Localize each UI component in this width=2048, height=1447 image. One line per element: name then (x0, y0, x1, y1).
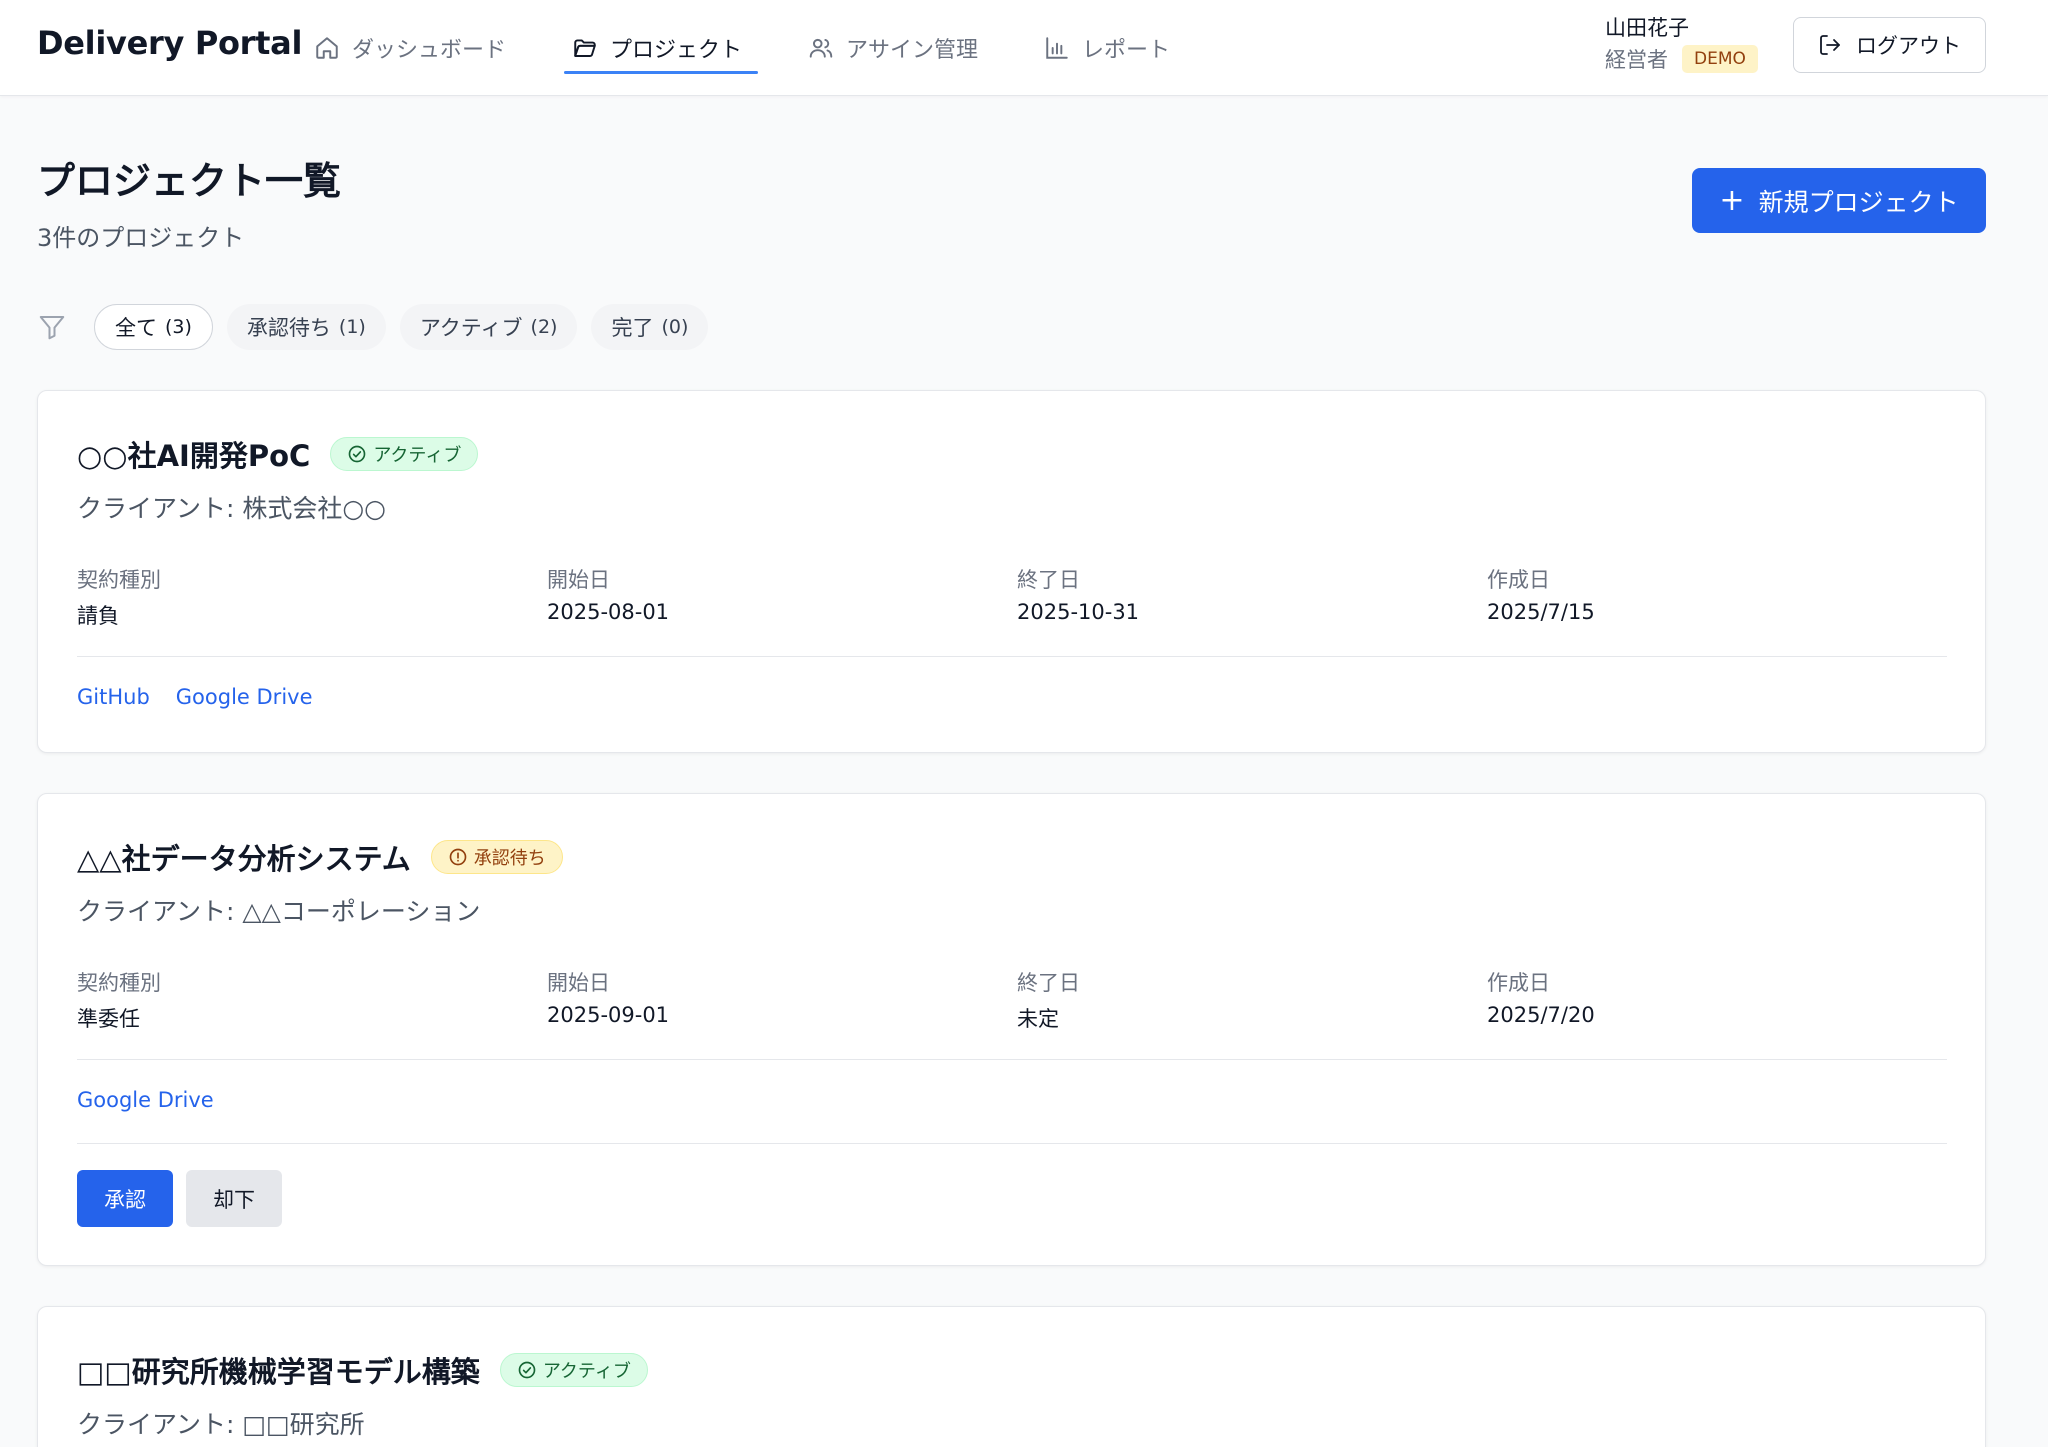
filter-pending[interactable]: 承認待ち (1) (226, 304, 386, 350)
contract-type-value: 準委任 (77, 1007, 140, 1031)
filter-all-count: (3) (165, 316, 192, 338)
contract-type-label: 契約種別 (77, 568, 161, 592)
start-date-label: 開始日 (547, 568, 610, 592)
divider (77, 656, 1947, 657)
project-meta: 契約種別準委任 開始日 2025-09-01 終了日未定 作成日 2025/7/20 (77, 967, 1957, 1033)
user-role: 経営者 (1605, 48, 1668, 72)
project-links: Google Drive (77, 1088, 240, 1112)
filter-completed[interactable]: 完了 (0) (591, 304, 709, 350)
filter-icon (39, 316, 65, 340)
main-nav: ダッシュボード プロジェクト アサイン管理 レポート (314, 0, 1236, 96)
user-name: 山田花子 (1605, 16, 1689, 40)
project-title[interactable]: □□研究所機械学習モデル構築 (77, 1349, 480, 1391)
folder-icon (572, 35, 598, 61)
created-date-label: 作成日 (1487, 568, 1550, 592)
check-circle-icon (347, 444, 367, 464)
contract-type-value: 請負 (77, 604, 119, 628)
github-link[interactable]: GitHub (77, 685, 150, 709)
client-name: クライアント: 株式会社○○ (77, 494, 386, 523)
status-badge: アクティブ (499, 1353, 648, 1387)
filter-completed-label: 完了 (611, 316, 654, 340)
project-meta: 契約種別請負 開始日 2025-08-01 終了日 2025-10-31 作成日 20… (77, 564, 1957, 630)
project-count: 3件のプロジェクト (37, 224, 245, 252)
users-icon (808, 35, 834, 61)
status-badge: アクティブ (330, 437, 479, 471)
created-date-value: 2025/7/20 (1487, 1003, 1595, 1027)
client-name: クライアント: △△コーポレーション (77, 897, 481, 926)
status-badge: 承認待ち (430, 840, 563, 874)
filter-active-count: (2) (530, 316, 558, 338)
page-title: プロジェクト一覧 (37, 159, 342, 203)
google-drive-link[interactable]: Google Drive (77, 1088, 214, 1112)
created-date-label: 作成日 (1487, 971, 1550, 995)
project-title[interactable]: △△社データ分析システム (77, 836, 411, 878)
end-date-label: 終了日 (1017, 971, 1080, 995)
end-date-value: 2025-10-31 (1017, 600, 1140, 624)
status-label: アクティブ (542, 1361, 631, 1382)
end-date-value: 未定 (1017, 1007, 1059, 1031)
alert-circle-icon (448, 847, 468, 867)
filter-completed-count: (0) (661, 316, 689, 338)
client-name: クライアント: □□研究所 (77, 1410, 365, 1439)
plus-icon: + (1719, 182, 1745, 218)
end-date-label: 終了日 (1017, 568, 1080, 592)
new-project-label: 新規プロジェクト (1758, 187, 1959, 217)
approve-button[interactable]: 承認 (77, 1170, 173, 1227)
nav-projects-label: プロジェクト (610, 38, 743, 63)
nav-dashboard[interactable]: ダッシュボード (314, 28, 514, 68)
top-header: Delivery Portal ダッシュボード プロジェクト アサイン管理 レポ… (0, 0, 2048, 96)
nav-reports-label: レポート (1082, 38, 1171, 63)
filter-active[interactable]: アクティブ (2) (399, 304, 578, 350)
nav-reports[interactable]: レポート (1044, 28, 1178, 68)
nav-assignments[interactable]: アサイン管理 (808, 28, 986, 68)
start-date-value: 2025-09-01 (547, 1003, 670, 1027)
project-links: GitHub Google Drive (77, 685, 339, 709)
user-info: 山田花子 経営者 DEMO (1605, 14, 1775, 74)
nav-projects[interactable]: プロジェクト (564, 28, 759, 74)
project-card[interactable]: △△社データ分析システム 承認待ち クライアント: △△コーポレーション 契約種… (37, 793, 1986, 1266)
demo-badge: DEMO (1682, 45, 1758, 73)
status-label: 承認待ち (473, 848, 546, 869)
project-card[interactable]: □□研究所機械学習モデル構築 アクティブ クライアント: □□研究所 (37, 1306, 1986, 1447)
contract-type-label: 契約種別 (77, 971, 161, 995)
brand-logo[interactable]: Delivery Portal (37, 24, 302, 62)
logout-icon (1818, 33, 1842, 57)
logout-button[interactable]: ログアウト (1793, 17, 1986, 73)
start-date-label: 開始日 (547, 971, 610, 995)
filter-all-label: 全て (115, 316, 157, 340)
reject-button[interactable]: 却下 (186, 1170, 282, 1227)
project-title[interactable]: ○○社AI開発PoC (77, 433, 310, 475)
filter-active-label: アクティブ (419, 316, 523, 340)
logout-label: ログアウト (1856, 34, 1961, 58)
created-date-value: 2025/7/15 (1487, 600, 1595, 624)
filter-all[interactable]: 全て (3) (94, 304, 213, 350)
status-label: アクティブ (373, 445, 462, 466)
start-date-value: 2025-08-01 (547, 600, 670, 624)
project-card[interactable]: ○○社AI開発PoC アクティブ クライアント: 株式会社○○ 契約種別請負 開… (37, 390, 1986, 753)
bar-chart-icon (1044, 35, 1070, 61)
home-icon (314, 35, 340, 61)
nav-assignments-label: アサイン管理 (846, 38, 979, 63)
divider (77, 1059, 1947, 1060)
status-filter: 全て (3) 承認待ち (1) アクティブ (2) 完了 (0) (94, 304, 722, 350)
approval-actions: 承認 却下 (77, 1170, 282, 1227)
nav-dashboard-label: ダッシュボード (352, 38, 507, 63)
check-circle-icon (517, 1360, 537, 1380)
filter-pending-label: 承認待ち (246, 316, 331, 340)
filter-pending-count: (1) (338, 316, 366, 338)
new-project-button[interactable]: + 新規プロジェクト (1692, 168, 1986, 233)
divider (77, 1143, 1947, 1144)
google-drive-link[interactable]: Google Drive (176, 685, 313, 709)
